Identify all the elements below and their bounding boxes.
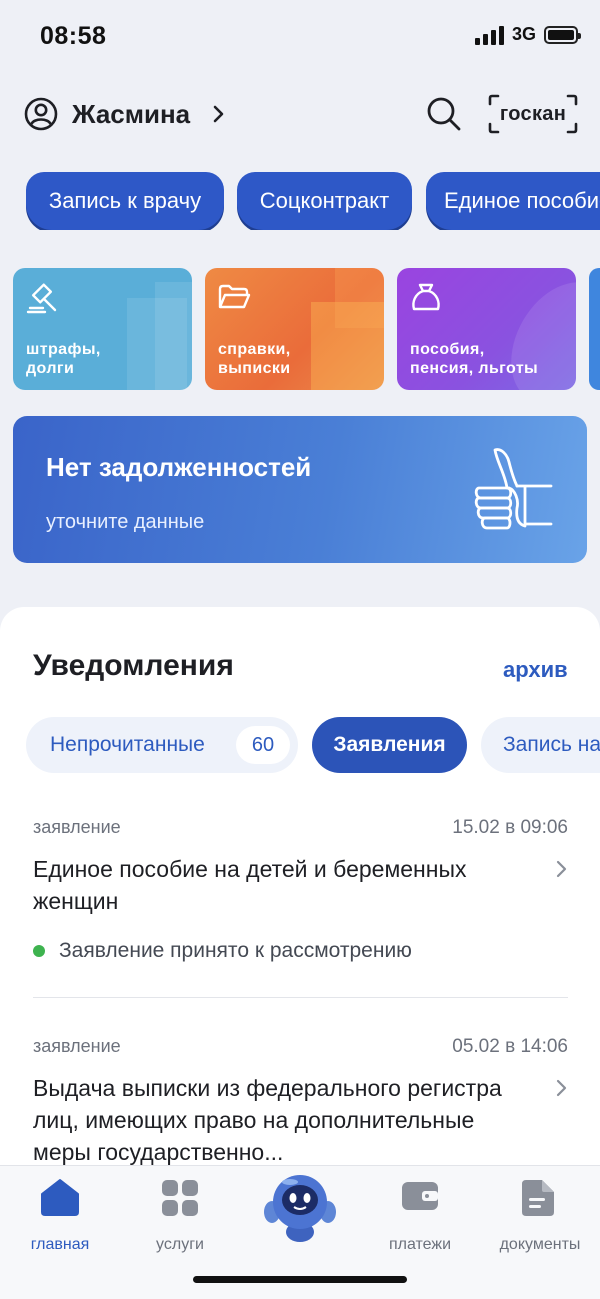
- filter-record[interactable]: Запись на: [481, 717, 600, 773]
- tile-label: пособия, пенсия, льготы: [410, 341, 539, 377]
- grid-icon: [162, 1180, 198, 1216]
- chevron-right-icon: [556, 1079, 567, 1097]
- notification-filters: Непрочитанные 60 Заявления Запись на: [26, 717, 600, 775]
- network-type: 3G: [511, 24, 536, 44]
- tile-label: справки, выписки: [218, 341, 291, 377]
- search-icon: [427, 97, 461, 131]
- filter-unread[interactable]: Непрочитанные 60: [26, 717, 298, 773]
- notification-status-text: Заявление принято к рассмотрению: [59, 939, 412, 962]
- home-indicator: [193, 1276, 407, 1283]
- tab-label: главная: [30, 1236, 90, 1253]
- tile-certificates[interactable]: справки, выписки: [205, 268, 384, 390]
- chip-unified-benefit[interactable]: Единое пособие: [426, 172, 600, 230]
- wallet-icon: [402, 1182, 438, 1210]
- status-dot-icon: [33, 945, 45, 957]
- tile-label: штрафы, долги: [26, 341, 101, 377]
- tile-benefits-pension[interactable]: пособия, пенсия, льготы: [397, 268, 576, 390]
- debt-banner[interactable]: Нет задолженностей уточните данные: [13, 416, 587, 563]
- folder-icon: [218, 284, 251, 309]
- notification-type: заявление: [33, 817, 121, 837]
- chevron-right-icon: [213, 105, 224, 123]
- gavel-icon: [26, 283, 57, 314]
- tab-assistant[interactable]: [240, 1170, 360, 1254]
- divider: [33, 997, 568, 998]
- filter-unread-label: Непрочитанные: [50, 733, 205, 756]
- tile-fines-debts[interactable]: штрафы, долги: [13, 268, 192, 390]
- status-bar: 08:58 3G: [0, 0, 600, 70]
- quick-chips: Запись к врачу Соцконтракт Единое пособи…: [24, 172, 600, 230]
- chip-doctor-appointment[interactable]: Запись к врачу: [26, 172, 224, 230]
- status-time: 08:58: [40, 22, 107, 50]
- chip-social-contract[interactable]: Соцконтракт: [237, 172, 412, 230]
- profile-name: Жасмина: [72, 98, 191, 129]
- unread-count-badge: 60: [236, 726, 290, 764]
- signal-icon: [474, 25, 504, 45]
- user-avatar-icon: [24, 97, 58, 131]
- tab-label: услуги: [156, 1236, 204, 1253]
- chevron-right-icon: [556, 860, 567, 878]
- header-row: Жасмина госкан: [24, 92, 580, 140]
- archive-link[interactable]: архив: [503, 657, 568, 683]
- tab-label: документы: [499, 1236, 581, 1253]
- notification-text: Единое пособие на детей и беременных жен…: [33, 856, 467, 914]
- notification-text: Выдача выписки из федерального регистра …: [33, 1075, 502, 1165]
- profile-button[interactable]: Жасмина: [24, 97, 226, 131]
- tab-services[interactable]: услуги: [120, 1178, 240, 1254]
- scan-frame-icon: [488, 94, 578, 134]
- tile-more[interactable]: [589, 268, 600, 390]
- search-button[interactable]: [424, 94, 464, 134]
- debt-subtitle: уточните данные: [46, 511, 205, 533]
- home-icon: [41, 1179, 79, 1216]
- tab-home[interactable]: главная: [0, 1178, 120, 1254]
- notification-item[interactable]: заявление 15.02 в 09:06 Единое пособие н…: [33, 817, 568, 977]
- tab-label: платежи: [388, 1236, 452, 1253]
- category-tiles: штрафы, долги справки, выписки пособия, …: [13, 268, 600, 390]
- notification-date: 05.02 в 14:06: [452, 1036, 568, 1057]
- money-bag-icon: [412, 283, 440, 311]
- filter-applications[interactable]: Заявления: [312, 717, 467, 773]
- battery-icon: [544, 25, 581, 44]
- thumbs-up-icon: [474, 448, 553, 530]
- notification-date: 15.02 в 09:06: [452, 817, 568, 838]
- notifications-title: Уведомления: [33, 649, 234, 682]
- debt-title: Нет задолженностей: [46, 452, 312, 482]
- notification-type: заявление: [33, 1036, 121, 1056]
- robot-assistant-icon: [264, 1175, 336, 1242]
- tab-documents[interactable]: документы: [480, 1178, 600, 1254]
- goskan-button[interactable]: госкан: [488, 94, 578, 134]
- notification-item[interactable]: заявление 05.02 в 14:06 Выдача выписки и…: [33, 1036, 568, 1176]
- notification-status: Заявление принято к рассмотрению: [33, 939, 412, 963]
- document-icon: [522, 1180, 554, 1216]
- status-indicators: 3G: [474, 24, 581, 45]
- tab-payments[interactable]: платежи: [360, 1178, 480, 1254]
